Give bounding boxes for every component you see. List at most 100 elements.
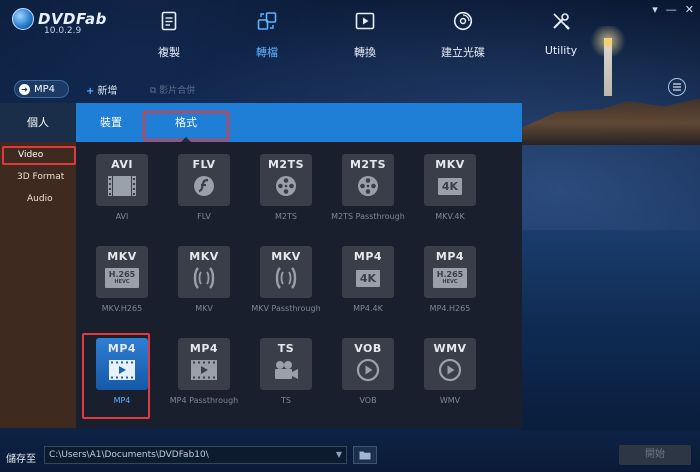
sidebar-item-audio[interactable]: Audio — [0, 188, 76, 210]
minimize-icon[interactable]: — — [666, 3, 677, 16]
format-item-wmv[interactable]: WMV WMV — [406, 338, 494, 420]
4k-badge-icon: 4K — [433, 175, 467, 197]
format-badge: H.265 HEVC — [432, 268, 468, 288]
save-to-label: 儲存至 — [6, 454, 36, 465]
format-code: MKV — [107, 250, 137, 263]
format-badge-sub: HEVC — [114, 279, 130, 285]
nav-copy[interactable]: 複製 — [120, 10, 218, 62]
h265-badge-icon: H.265 HEVC — [104, 267, 140, 289]
format-label: FLV — [197, 212, 211, 221]
sidebar-item-video[interactable]: Video — [0, 144, 76, 166]
profile-selector[interactable]: ➜ MP4 — [14, 80, 69, 98]
format-label: MP4.H265 — [429, 304, 471, 313]
format-item-vob[interactable]: VOB VOB — [324, 338, 412, 420]
format-label: MKV — [195, 304, 213, 313]
sidebar-item-label: Audio — [27, 194, 53, 204]
category-sidebar: Video 3D Format Audio — [0, 142, 76, 428]
format-code: AVI — [111, 158, 133, 171]
nav-copy-label: 複製 — [158, 46, 180, 59]
format-label: MKV.H265 — [101, 304, 143, 313]
format-item-mkv-4k[interactable]: MKV 4K MKV.4K — [406, 154, 494, 236]
flash-icon — [187, 175, 221, 197]
format-code: VOB — [354, 342, 382, 355]
format-tile: M2TS — [342, 154, 394, 206]
format-item-mkv-passthrough[interactable]: MKV MKV Passthrough — [242, 246, 330, 328]
format-code: WMV — [433, 342, 467, 355]
format-badge: 4K — [437, 177, 463, 195]
dvdfab-logo-icon — [12, 8, 34, 30]
format-tile: MP4 — [178, 338, 230, 390]
format-code: M2TS — [267, 158, 305, 171]
tab-format[interactable]: 格式 — [143, 103, 229, 142]
merge-label: 影片合併 — [159, 86, 196, 96]
format-tile: M2TS — [260, 154, 312, 206]
camera-icon — [269, 359, 303, 381]
output-path-value: C:\Users\A1\Documents\DVDFab10\ — [49, 450, 209, 460]
highlight-box — [82, 333, 150, 419]
hamburger-icon — [673, 83, 681, 91]
format-tile: MKV 4K — [424, 154, 476, 206]
main-nav: 複製 轉檔 轉換 建立光碟 Utility — [120, 10, 610, 62]
format-tile: MP4 4K — [342, 246, 394, 298]
play-circle-icon — [433, 358, 467, 382]
add-button[interactable]: + 新增 — [86, 82, 117, 97]
nav-converter-label: 轉換 — [354, 46, 376, 59]
format-code: M2TS — [349, 158, 387, 171]
format-label: WMV — [439, 396, 461, 405]
nav-converter[interactable]: 轉換 — [316, 10, 414, 62]
format-label: MKV.4K — [435, 212, 465, 221]
plus-icon: + — [86, 86, 95, 97]
format-item-mp4-h265[interactable]: MP4 H.265 HEVC MP4.H265 — [406, 246, 494, 328]
format-item-m2ts-passthrough[interactable]: M2TS M2TS Passthrough — [324, 154, 412, 236]
bottom-bar: 儲存至 C:\Users\A1\Documents\DVDFab10\ ▼ 開始 — [0, 436, 700, 472]
format-tile: MKV — [260, 246, 312, 298]
matroska-icon — [269, 267, 303, 289]
format-code: MKV — [435, 158, 465, 171]
format-item-m2ts[interactable]: M2TS M2TS — [242, 154, 330, 236]
format-tile: VOB — [342, 338, 394, 390]
format-tile: MP4 H.265 HEVC — [424, 246, 476, 298]
film-reel-icon — [351, 175, 385, 197]
format-item-mkv-h265[interactable]: MKV H.265 HEVC MKV.H265 — [78, 246, 166, 328]
profile-label: MP4 — [34, 83, 56, 95]
format-item-mp4-passthrough[interactable]: MP4 MP4 Passthrough — [160, 338, 248, 420]
film-strip-icon — [105, 175, 139, 197]
sidebar-item-3d-format[interactable]: 3D Format — [0, 166, 76, 188]
format-label: MKV Passthrough — [251, 304, 321, 313]
format-item-mkv[interactable]: MKV MKV — [160, 246, 248, 328]
disc-icon — [453, 10, 473, 32]
menu-settings-button[interactable] — [668, 78, 686, 96]
menu-dropdown-icon[interactable]: ▾ — [652, 3, 658, 16]
play-film-icon — [187, 359, 221, 381]
format-item-ts[interactable]: TS TS — [242, 338, 330, 420]
copy-icon — [159, 10, 179, 32]
tab-device[interactable]: 裝置 — [92, 103, 130, 142]
start-button[interactable]: 開始 — [619, 445, 691, 465]
format-item-mp4-4k[interactable]: MP4 4K MP4.4K — [324, 246, 412, 328]
format-badge: 4K — [355, 269, 381, 287]
browse-folder-button[interactable] — [353, 446, 377, 464]
format-label: M2TS Passthrough — [331, 212, 405, 221]
arrow-right-icon: ➜ — [19, 83, 30, 95]
format-item-avi[interactable]: AVI AVI — [78, 154, 166, 236]
nav-utility[interactable]: Utility — [512, 10, 610, 62]
format-item-mp4[interactable]: MP4 MP4 — [78, 333, 166, 420]
format-badge-sub: HEVC — [442, 279, 458, 285]
format-code: MP4 — [189, 342, 219, 355]
highlight-box — [2, 146, 76, 165]
format-code: TS — [277, 342, 295, 355]
4k-badge-icon: 4K — [351, 267, 385, 289]
close-icon[interactable]: ✕ — [685, 3, 694, 16]
format-item-flv[interactable]: FLV FLV — [160, 154, 248, 236]
format-label: AVI — [115, 212, 129, 221]
output-path-field[interactable]: C:\Users\A1\Documents\DVDFab10\ ▼ — [44, 446, 347, 464]
nav-ripper[interactable]: 轉檔 — [218, 10, 316, 62]
format-tile: FLV — [178, 154, 230, 206]
merge-button[interactable]: ⧉ 影片合併 — [150, 83, 195, 96]
chevron-down-icon[interactable]: ▼ — [336, 447, 342, 463]
tab-personal[interactable]: 個人 — [0, 103, 76, 142]
format-tile: MKV — [178, 246, 230, 298]
format-code: MP4 — [435, 250, 465, 263]
tools-icon — [551, 10, 571, 32]
nav-creator[interactable]: 建立光碟 — [414, 10, 512, 62]
